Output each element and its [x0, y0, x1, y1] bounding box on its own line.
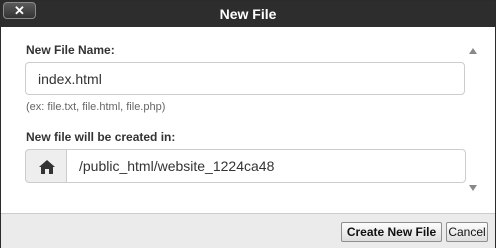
- file-name-label: New File Name:: [26, 43, 115, 57]
- scroll-down-arrow-icon[interactable]: [468, 183, 478, 193]
- directory-input-group: [25, 149, 466, 183]
- close-button[interactable]: ✕: [3, 2, 36, 19]
- dialog-title: New File: [219, 6, 277, 22]
- directory-label: New file will be created in:: [26, 130, 176, 144]
- create-new-file-button[interactable]: Create New File: [341, 222, 442, 242]
- close-icon: ✕: [14, 3, 25, 18]
- dialog-titlebar: New File ✕: [1, 1, 495, 27]
- file-name-hint: (ex: file.txt, file.html, file.php): [26, 101, 166, 113]
- dialog-footer: Create New File Cancel: [1, 213, 495, 248]
- home-icon: [25, 149, 67, 183]
- file-name-input[interactable]: [25, 62, 465, 95]
- scroll-up-arrow-icon[interactable]: [468, 46, 478, 56]
- directory-input[interactable]: [66, 149, 466, 183]
- new-file-dialog: New File ✕ New File Name: (ex: file.txt,…: [0, 0, 496, 248]
- cancel-button[interactable]: Cancel: [446, 222, 488, 242]
- dialog-content: New File Name: (ex: file.txt, file.html,…: [2, 27, 494, 213]
